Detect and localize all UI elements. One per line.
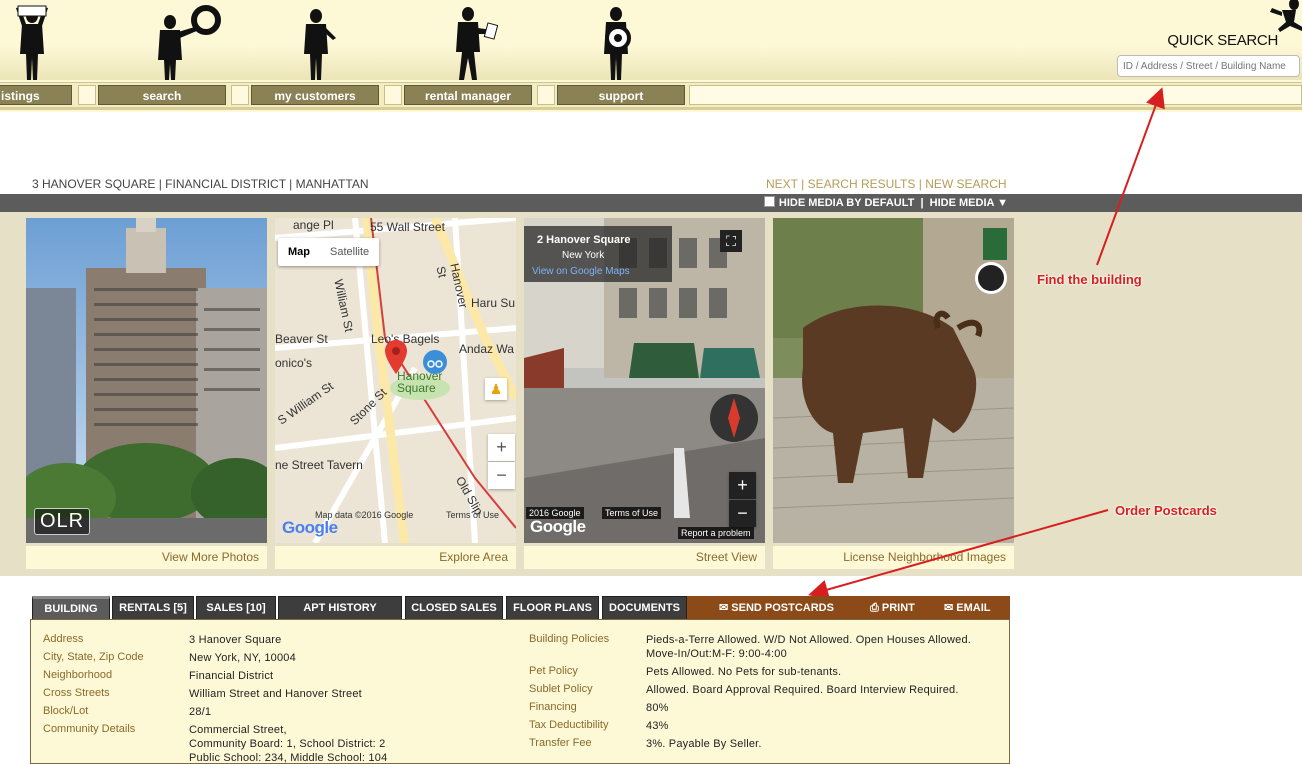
postcard-icon: ✉: [719, 602, 729, 614]
order-postcards-annotation: Order Postcards: [1115, 503, 1217, 518]
pet-policy-label: Pet Policy: [529, 665, 578, 677]
neighborhood-label: Neighborhood: [43, 669, 113, 681]
tab-closed-sales[interactable]: CLOSED SALES: [405, 596, 503, 620]
financing-value: 80%: [646, 702, 669, 714]
community-details-line1: Commercial Street,: [189, 724, 287, 736]
community-details-line2: Community Board: 1, School District: 2: [189, 738, 386, 750]
tax-deductibility-label: Tax Deductibility: [529, 719, 609, 731]
building-details-panel: Address 3 Hanover Square City, State, Zi…: [30, 619, 1010, 764]
city-state-zip-value: New York, NY, 10004: [189, 652, 296, 664]
printer-icon: ⎙: [870, 602, 879, 614]
block-lot-value: 28/1: [189, 706, 212, 718]
transfer-fee-value: 3%. Payable By Seller.: [646, 738, 762, 750]
building-policies-label: Building Policies: [529, 633, 610, 645]
tab-floor-plans[interactable]: FLOOR PLANS: [506, 596, 599, 620]
block-lot-label: Block/Lot: [43, 705, 89, 717]
community-details-label: Community Details: [43, 723, 136, 735]
envelope-icon: ✉: [944, 602, 954, 614]
sublet-policy-label: Sublet Policy: [529, 683, 593, 695]
neighborhood-value: Financial District: [189, 670, 274, 682]
tab-sales[interactable]: SALES [10]: [196, 596, 276, 620]
move-in-hours-value: Move-In/Out:M-F: 9:00-4:00: [646, 648, 787, 660]
building-tabs: BUILDING RENTALS [5] SALES [10] APT HIST…: [30, 596, 1010, 620]
city-state-zip-label: City, State, Zip Code: [43, 651, 144, 663]
tax-deductibility-value: 43%: [646, 720, 669, 732]
email-button[interactable]: ✉ EMAIL: [944, 596, 991, 620]
transfer-fee-label: Transfer Fee: [529, 737, 592, 749]
cross-streets-value: William Street and Hanover Street: [189, 688, 362, 700]
cross-streets-label: Cross Streets: [43, 687, 110, 699]
print-button[interactable]: ⎙ PRINT: [870, 596, 915, 620]
tab-documents[interactable]: DOCUMENTS: [602, 596, 687, 620]
building-tools: ✉ SEND POSTCARDS ⎙ PRINT ✉ EMAIL: [687, 596, 1010, 620]
find-building-annotation: Find the building: [1037, 272, 1142, 287]
pet-policy-value: Pets Allowed. No Pets for sub-tenants.: [646, 666, 842, 678]
address-value: 3 Hanover Square: [189, 634, 282, 646]
tab-rentals[interactable]: RENTALS [5]: [112, 596, 194, 620]
community-details-line3: Public School: 234, Middle School: 104: [189, 752, 388, 764]
building-policies-value: Pieds-a-Terre Allowed. W/D Not Allowed. …: [646, 634, 972, 646]
sublet-policy-value: Allowed. Board Approval Required. Board …: [646, 684, 959, 696]
financing-label: Financing: [529, 701, 577, 713]
tab-apt-history[interactable]: APT HISTORY: [278, 596, 402, 620]
tab-building[interactable]: BUILDING: [32, 596, 110, 620]
send-postcards-button[interactable]: ✉ SEND POSTCARDS: [719, 596, 834, 620]
address-label: Address: [43, 633, 84, 645]
